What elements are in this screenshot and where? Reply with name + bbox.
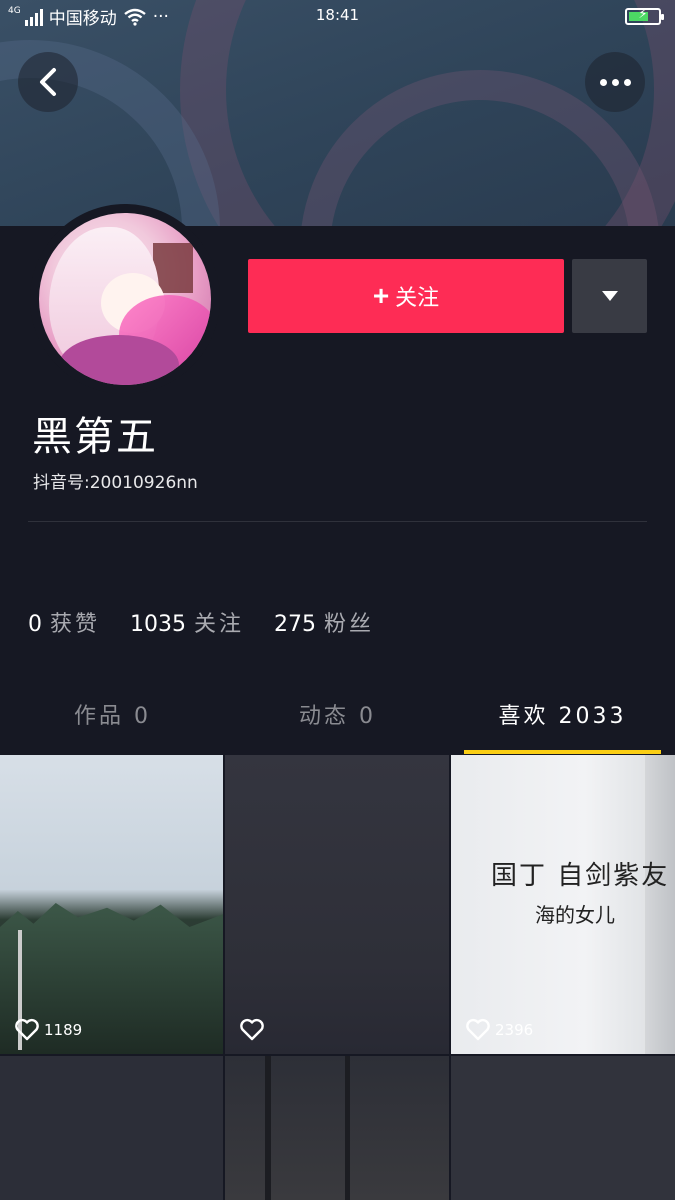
heart-icon: [466, 1018, 490, 1041]
graffiti-text: 海的女儿: [535, 903, 615, 927]
more-button[interactable]: [585, 52, 645, 112]
stat-followers-label: 粉丝: [324, 612, 375, 637]
douyin-id: 抖音号:20010926nn: [33, 473, 198, 493]
video-thumbnail[interactable]: 1189: [0, 755, 223, 1054]
stat-following[interactable]: 1035 关注: [130, 606, 244, 638]
heart-icon: [15, 1018, 39, 1041]
stat-followers-count: 275: [274, 612, 317, 637]
video-thumbnail[interactable]: [225, 1056, 449, 1200]
video-likes-count: 1189: [44, 1021, 83, 1039]
stat-likes-count: 0: [28, 612, 42, 637]
video-thumbnail[interactable]: [451, 1056, 675, 1200]
stat-following-count: 1035: [130, 612, 187, 637]
follow-label: 关注: [395, 285, 440, 310]
avatar-frame: [30, 204, 220, 394]
clock: 18:41: [315, 6, 360, 24]
battery-icon: ⚡: [625, 7, 664, 25]
recommend-dropdown-button[interactable]: [572, 259, 647, 333]
video-likes: 1189: [14, 1018, 82, 1042]
avatar[interactable]: [39, 213, 211, 385]
stat-likes[interactable]: 0 获赞: [28, 606, 100, 638]
profile-tabs: 作品 0 动态 0 喜欢 2033: [0, 690, 675, 755]
video-likes: [239, 1018, 269, 1042]
video-thumbnail[interactable]: [0, 1056, 223, 1200]
video-likes: 2396: [465, 1018, 533, 1042]
stat-likes-label: 获赞: [50, 612, 101, 637]
status-bar: 4G 中国移动 ··· 18:41 ⚡: [0, 0, 675, 34]
active-tab-indicator: [464, 750, 661, 754]
follow-button[interactable]: + 关注: [248, 259, 564, 333]
tab-moments[interactable]: 动态 0: [225, 690, 450, 755]
stat-followers[interactable]: 275 粉丝: [274, 606, 374, 638]
stats-row: 0 获赞 1035 关注 275 粉丝: [28, 606, 374, 638]
graffiti-text: 国丁 自剑紫友: [491, 861, 670, 891]
more-icon: [599, 78, 631, 86]
caret-down-icon: [601, 291, 618, 301]
nickname: 黑第五: [32, 414, 158, 460]
back-button[interactable]: [18, 52, 78, 112]
video-thumbnail[interactable]: [225, 755, 449, 1054]
video-grid: 1189 国丁 自剑紫友 海的女儿 2396: [0, 755, 675, 1200]
divider: [28, 521, 647, 522]
heart-icon: [240, 1018, 264, 1041]
tab-works[interactable]: 作品 0: [0, 690, 225, 755]
tab-likes[interactable]: 喜欢 2033: [450, 690, 675, 755]
video-thumbnail[interactable]: 国丁 自剑紫友 海的女儿 2396: [451, 755, 675, 1054]
video-likes-count: 2396: [495, 1021, 534, 1039]
plus-icon: +: [372, 280, 390, 311]
back-icon: [40, 68, 56, 96]
stat-following-label: 关注: [194, 612, 245, 637]
